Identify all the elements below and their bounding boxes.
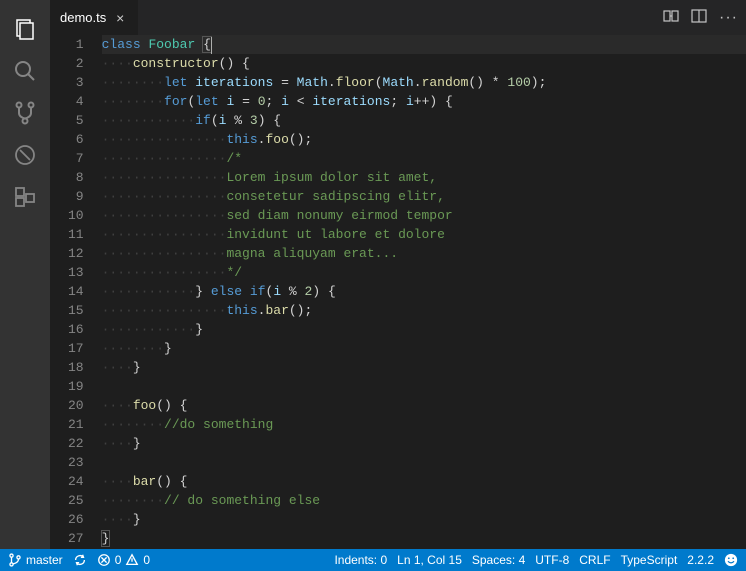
indent-settings-status[interactable]: Spaces: 4 (472, 553, 525, 567)
status-bar: master 0 0 Indents: 0 Ln 1, Col 15 Space… (0, 549, 746, 571)
editor-actions: ··· (663, 0, 746, 35)
eol-status[interactable]: CRLF (579, 553, 610, 567)
language-mode-status[interactable]: TypeScript (621, 553, 678, 567)
source-control-icon[interactable] (0, 92, 50, 134)
problems-status[interactable]: 0 0 (97, 553, 150, 567)
explorer-icon[interactable] (0, 8, 50, 50)
indents-status[interactable]: Indents: 0 (334, 553, 387, 567)
compare-icon[interactable] (663, 8, 679, 27)
debug-icon[interactable] (0, 134, 50, 176)
code-content[interactable]: class Foobar { ····constructor() { ·····… (102, 35, 746, 549)
code-editor[interactable]: 1234567891011121314151617181920212223242… (50, 35, 746, 549)
ts-version-status[interactable]: 2.2.2 (687, 553, 714, 567)
activity-bar (0, 0, 50, 549)
git-branch-status[interactable]: master (8, 553, 63, 567)
search-icon[interactable] (0, 50, 50, 92)
more-actions-icon[interactable]: ··· (719, 9, 738, 27)
editor-area: demo.ts × ··· 12345678910111213141516171… (50, 0, 746, 549)
cursor-position-status[interactable]: Ln 1, Col 15 (397, 553, 462, 567)
encoding-status[interactable]: UTF-8 (535, 553, 569, 567)
tab-bar: demo.ts × ··· (50, 0, 746, 35)
line-number-gutter: 1234567891011121314151617181920212223242… (50, 35, 102, 549)
extensions-icon[interactable] (0, 176, 50, 218)
sync-status[interactable] (73, 553, 87, 567)
close-icon[interactable]: × (112, 10, 128, 26)
feedback-icon[interactable] (724, 553, 738, 567)
tab-filename: demo.ts (60, 10, 106, 25)
tab-demo-ts[interactable]: demo.ts × (50, 0, 139, 35)
split-editor-icon[interactable] (691, 8, 707, 27)
